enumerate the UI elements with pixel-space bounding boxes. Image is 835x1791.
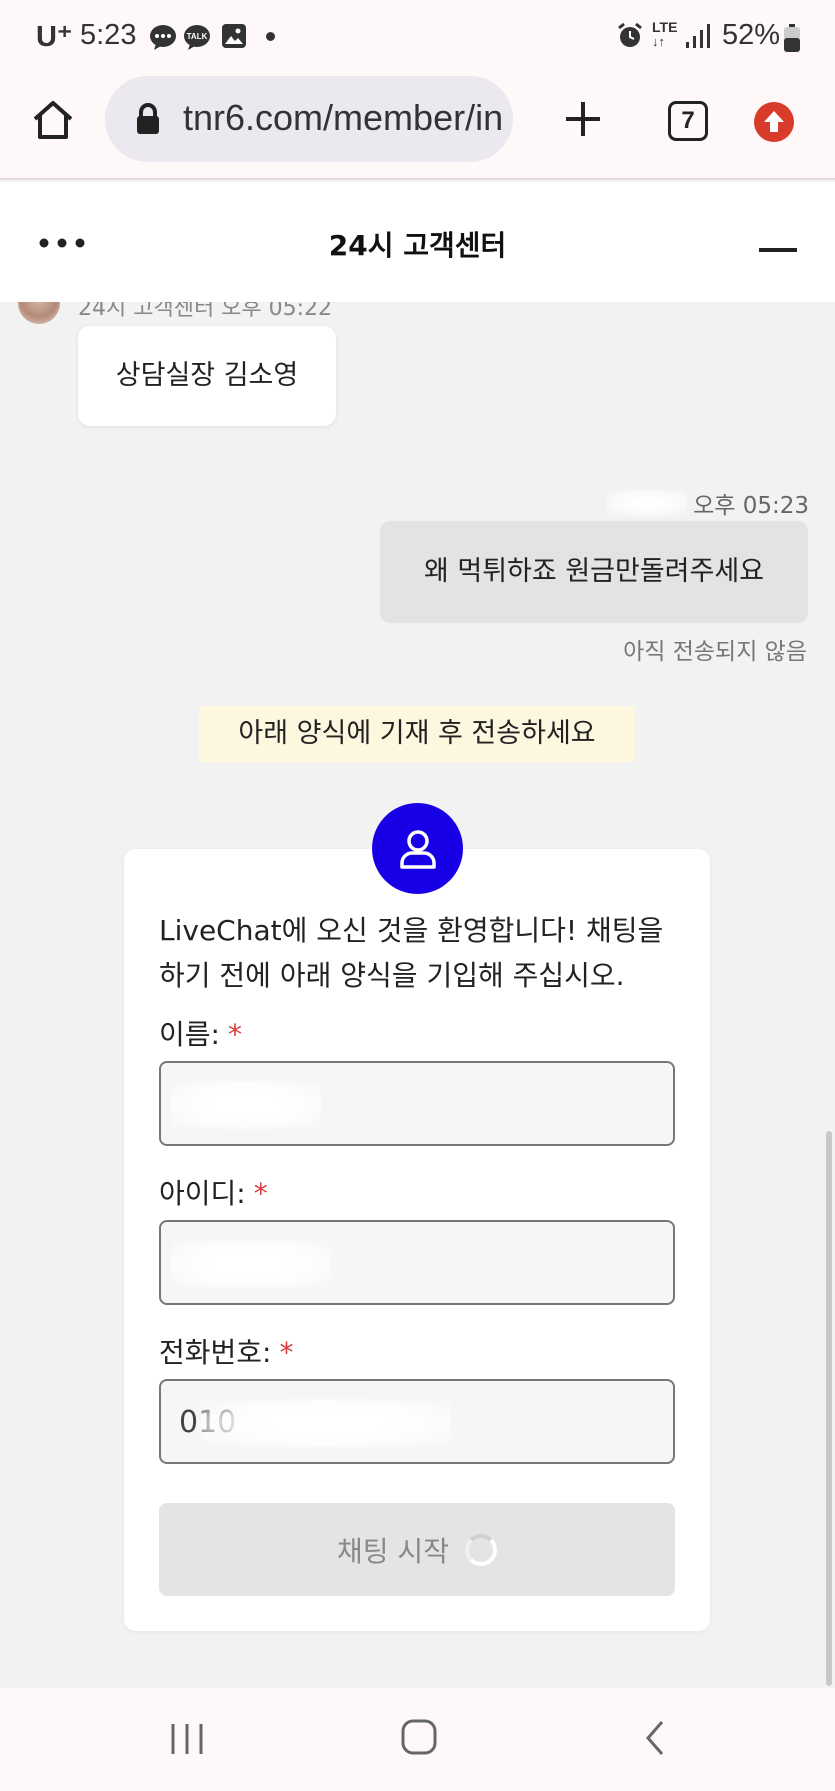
minimize-icon[interactable] <box>759 248 797 252</box>
alarm-icon <box>616 22 644 54</box>
user-message-time: 오후 05:23 <box>693 493 809 519</box>
lte-indicator: LTE ↓↑ <box>652 19 678 49</box>
redacted-value <box>171 1081 321 1129</box>
clock: 5:23 <box>80 19 137 51</box>
update-icon[interactable] <box>753 101 795 147</box>
battery-icon <box>784 24 800 56</box>
notification-dot-icon <box>266 32 275 41</box>
chat-title-overlay: 24시 고객센터 <box>328 229 507 262</box>
required-mark: * <box>279 1336 294 1369</box>
user-message-meta: 오후 05:23 <box>607 486 809 520</box>
system-nav-bar <box>0 1688 835 1791</box>
browser-toolbar: tnr6.com/member/in 7 <box>0 76 835 180</box>
url-text[interactable]: tnr6.com/member/in <box>183 97 503 139</box>
carrier-label: U⁺ <box>36 21 73 53</box>
scrollbar[interactable] <box>826 1131 832 1686</box>
redacted-value <box>201 1399 451 1447</box>
name-field[interactable] <box>159 1061 675 1146</box>
redacted-username <box>607 490 688 516</box>
redacted-value <box>171 1240 331 1288</box>
id-field[interactable] <box>159 1220 675 1305</box>
home-icon[interactable] <box>30 97 76 147</box>
name-label: 이름: * <box>159 1018 242 1051</box>
lock-icon <box>135 103 161 139</box>
battery-percent: 52% <box>722 19 781 51</box>
chat-header-overlay: 24시 고객센터 <box>0 182 835 302</box>
user-message-bubble: 왜 먹튀하죠 원금만돌려주세요 <box>380 521 808 623</box>
required-mark: * <box>227 1018 242 1051</box>
tabs-button[interactable]: 7 <box>668 101 708 141</box>
required-mark: * <box>253 1177 268 1210</box>
message-icon <box>148 22 178 56</box>
id-label: 아이디: * <box>159 1177 268 1210</box>
svg-text:TALK: TALK <box>187 32 208 41</box>
form-notice: 아래 양식에 기재 후 전송하세요 <box>199 706 635 762</box>
back-icon[interactable] <box>640 1718 670 1762</box>
agent-message-bubble: 상담실장 김소영 <box>78 326 336 426</box>
user-icon <box>372 803 463 894</box>
signal-icon <box>684 22 712 54</box>
phone-label: 전화번호: * <box>159 1336 294 1369</box>
recent-apps-icon[interactable] <box>168 1720 206 1762</box>
welcome-text: LiveChat에 오신 것을 환영합니다! 채팅을 하기 전에 아래 양식을 … <box>159 914 664 992</box>
status-bar: U⁺ 5:23 TALK LTE ↓↑ 52% <box>0 0 835 76</box>
gallery-icon <box>220 22 248 54</box>
start-chat-label: 채팅 시작 <box>337 1534 449 1568</box>
message-status: 아직 전송되지 않음 <box>623 639 807 665</box>
loading-spinner-icon <box>464 1533 497 1566</box>
home-nav-icon[interactable] <box>400 1718 438 1760</box>
url-bar[interactable]: tnr6.com/member/in <box>105 76 513 162</box>
start-chat-button[interactable]: 채팅 시작 <box>159 1503 675 1596</box>
new-tab-icon[interactable] <box>562 98 604 144</box>
kakaotalk-icon: TALK <box>182 22 212 56</box>
phone-field[interactable]: 010 <box>159 1379 675 1464</box>
